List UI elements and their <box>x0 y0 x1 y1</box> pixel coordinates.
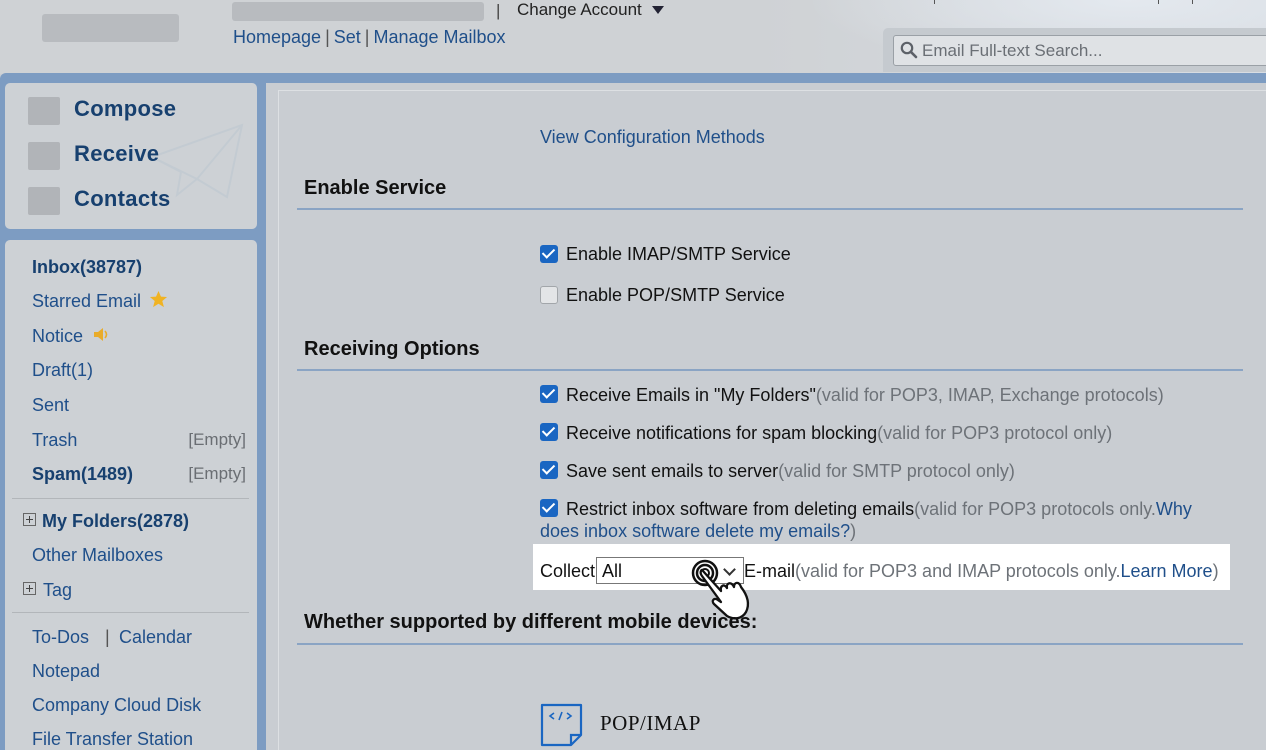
receive-label: Receive <box>74 141 160 166</box>
spam-notification-checkbox[interactable] <box>540 423 558 441</box>
contacts-button[interactable]: Contacts <box>5 181 257 223</box>
compose-icon <box>28 97 60 125</box>
option-note: (valid for POP3 protocols only. <box>914 499 1156 519</box>
speaker-icon <box>94 328 108 341</box>
option-note-end: ) <box>850 521 857 541</box>
caret-down-icon[interactable] <box>652 6 664 14</box>
top-nav-links: Homepage | Set | Manage Mailbox <box>233 27 506 48</box>
homepage-link[interactable]: Homepage <box>233 27 321 47</box>
save-sent-option: Save sent emails to server(valid for SMT… <box>566 461 1015 482</box>
search-icon[interactable] <box>900 41 918 59</box>
other-mailboxes-link[interactable]: Other Mailboxes <box>32 545 163 566</box>
receive-icon <box>28 142 60 170</box>
receive-button[interactable]: Receive <box>5 136 257 178</box>
section-title-mobile: Whether supported by different mobile de… <box>304 611 758 633</box>
save-sent-checkbox[interactable] <box>540 461 558 479</box>
divider <box>12 612 249 613</box>
folder-trash[interactable]: Trash <box>32 430 77 451</box>
option-note: (valid for SMTP protocol only) <box>778 461 1015 481</box>
imap-smtp-checkbox[interactable] <box>540 245 558 263</box>
folder-my-folders[interactable]: My Folders(2878) <box>42 511 189 532</box>
divider <box>12 498 249 499</box>
code-file-icon <box>540 703 583 747</box>
logo-placeholder <box>42 14 179 42</box>
pop-smtp-checkbox[interactable] <box>540 286 558 304</box>
pop-smtp-label: Enable POP/SMTP Service <box>566 285 785 305</box>
contacts-icon <box>28 187 60 215</box>
spam-notification-option: Receive notifications for spam blocking(… <box>566 423 1112 444</box>
section-title-receiving-options: Receiving Options <box>304 338 480 360</box>
nav-separator: | <box>325 27 330 47</box>
top-dividers <box>930 0 1266 5</box>
star-icon <box>149 290 168 308</box>
notepad-link[interactable]: Notepad <box>32 661 100 682</box>
empty-trash-link[interactable]: [Empty] <box>188 430 246 450</box>
account-separator: | <box>496 1 501 20</box>
my-folders-option: Receive Emails in "My Folders"(valid for… <box>566 385 1164 406</box>
folder-sent[interactable]: Sent <box>32 395 69 416</box>
folder-inbox[interactable]: Inbox(38787) <box>32 257 142 278</box>
compose-label: Compose <box>74 96 177 121</box>
restrict-delete-help: does inbox software delete my emails?) <box>540 521 1200 542</box>
my-folders-checkbox[interactable] <box>540 385 558 403</box>
section-divider <box>297 208 1243 210</box>
change-account-link[interactable]: Change Account <box>517 0 642 20</box>
option-label: Save sent emails to server <box>566 461 779 481</box>
folder-spam[interactable]: Spam(1489) <box>32 464 133 485</box>
imap-smtp-label: Enable IMAP/SMTP Service <box>566 244 791 264</box>
collect-note: (valid for POP3 and IMAP protocols only. <box>795 561 1121 581</box>
collect-dropdown-value: All <box>602 561 623 581</box>
cloud-disk-link[interactable]: Company Cloud Disk <box>32 695 201 716</box>
folder-draft[interactable]: Draft(1) <box>32 360 93 381</box>
view-configuration-link[interactable]: View Configuration Methods <box>540 127 765 148</box>
option-label: Receive notifications for spam blocking <box>566 423 878 443</box>
collect-note-end: ) <box>1212 561 1219 581</box>
calendar-link[interactable]: Calendar <box>119 627 192 648</box>
file-transfer-link[interactable]: File Transfer Station <box>32 729 193 750</box>
set-link[interactable]: Set <box>334 27 361 47</box>
empty-spam-link[interactable]: [Empty] <box>188 464 246 484</box>
why-delete-link-start[interactable]: Why <box>1156 499 1192 519</box>
why-delete-link[interactable]: does inbox software delete my emails? <box>540 521 850 541</box>
learn-more-link[interactable]: Learn More <box>1121 561 1213 581</box>
protocol-label: POP/IMAP <box>600 711 701 735</box>
expand-plus-icon[interactable] <box>23 582 36 595</box>
collect-label: Collect <box>540 561 596 581</box>
todos-link[interactable]: To-Dos <box>32 627 89 648</box>
option-note: (valid for POP3 protocol only) <box>877 423 1113 443</box>
collect-suffix: E-mail(valid for POP3 and IMAP protocols… <box>744 561 1219 582</box>
search-input[interactable] <box>922 36 1262 65</box>
compose-button[interactable]: Compose <box>5 91 257 133</box>
section-divider <box>297 369 1243 371</box>
tools-separator: | <box>105 627 110 647</box>
folder-tag[interactable]: Tag <box>43 580 72 601</box>
restrict-delete-checkbox[interactable] <box>540 499 558 517</box>
manage-mailbox-link[interactable]: Manage Mailbox <box>373 27 505 47</box>
nav-separator: | <box>364 27 370 47</box>
section-divider <box>297 643 1243 645</box>
account-name-redacted <box>232 2 484 21</box>
action-panel: Compose Receive Contacts <box>5 83 257 229</box>
section-title-enable-service: Enable Service <box>304 177 447 199</box>
contacts-label: Contacts <box>74 186 171 211</box>
folder-notice[interactable]: Notice <box>32 326 83 347</box>
option-note: (valid for POP3, IMAP, Exchange protocol… <box>815 385 1164 405</box>
expand-plus-icon[interactable] <box>23 513 36 526</box>
folders-panel: Inbox(38787) Starred Email Notice Draft(… <box>5 240 257 750</box>
folder-starred[interactable]: Starred Email <box>32 291 141 312</box>
option-label: Restrict inbox software from deleting em… <box>566 499 915 519</box>
restrict-delete-option: Restrict inbox software from deleting em… <box>566 499 1192 520</box>
option-label: Receive Emails in "My Folders" <box>566 385 816 405</box>
